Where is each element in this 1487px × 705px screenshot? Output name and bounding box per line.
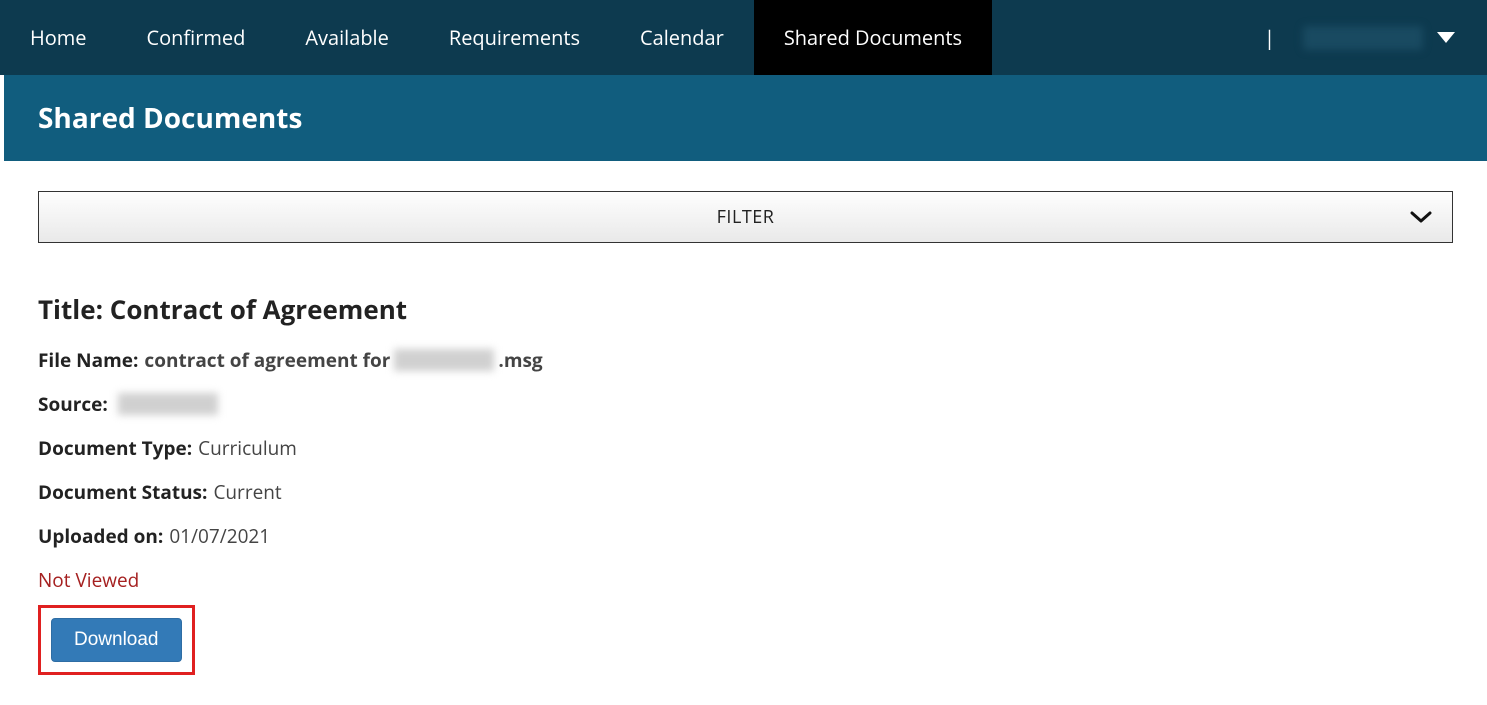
document-type-value: Curriculum bbox=[198, 435, 297, 461]
nav-requirements[interactable]: Requirements bbox=[419, 0, 610, 75]
page-title: Shared Documents bbox=[0, 75, 1487, 161]
caret-down-icon bbox=[1437, 32, 1455, 43]
document-status-label: Document Status: bbox=[38, 479, 207, 505]
file-name-suffix: .msg bbox=[498, 347, 542, 373]
download-button[interactable]: Download bbox=[51, 618, 182, 662]
top-nav: Home Confirmed Available Requirements Ca… bbox=[0, 0, 1487, 75]
view-status: Not Viewed bbox=[38, 567, 1453, 593]
file-name-redacted bbox=[394, 349, 494, 371]
source-value-redacted bbox=[118, 393, 218, 415]
document-status-value: Current bbox=[213, 479, 281, 505]
nav-home[interactable]: Home bbox=[0, 0, 117, 75]
file-name-row: File Name: contract of agreement for .ms… bbox=[38, 347, 1453, 373]
user-name-redacted bbox=[1303, 26, 1423, 50]
document-title-label: Title: bbox=[38, 291, 103, 327]
uploaded-on-label: Uploaded on: bbox=[38, 523, 163, 549]
document-title: Title: Contract of Agreement bbox=[38, 291, 1453, 327]
filter-toggle[interactable]: FILTER bbox=[38, 191, 1453, 243]
nav-calendar[interactable]: Calendar bbox=[610, 0, 754, 75]
nav-divider: | bbox=[1256, 24, 1283, 51]
document-type-label: Document Type: bbox=[38, 435, 192, 461]
nav-confirmed[interactable]: Confirmed bbox=[117, 0, 276, 75]
source-row: Source: bbox=[38, 391, 1453, 417]
download-highlight: Download bbox=[38, 605, 195, 675]
user-menu[interactable] bbox=[1283, 26, 1467, 50]
content-area: FILTER Title: Contract of Agreement File… bbox=[0, 161, 1487, 705]
file-name-prefix: contract of agreement for bbox=[144, 347, 390, 373]
filter-label: FILTER bbox=[717, 205, 775, 229]
chevron-down-icon bbox=[1410, 210, 1432, 224]
document-type-row: Document Type: Curriculum bbox=[38, 435, 1453, 461]
uploaded-on-value: 01/07/2021 bbox=[169, 523, 270, 549]
nav-shared-documents[interactable]: Shared Documents bbox=[754, 0, 992, 75]
uploaded-on-row: Uploaded on: 01/07/2021 bbox=[38, 523, 1453, 549]
nav-available[interactable]: Available bbox=[275, 0, 418, 75]
source-label: Source: bbox=[38, 391, 108, 417]
document-status-row: Document Status: Current bbox=[38, 479, 1453, 505]
file-name-label: File Name: bbox=[38, 347, 138, 373]
document-title-value: Contract of Agreement bbox=[110, 291, 407, 327]
